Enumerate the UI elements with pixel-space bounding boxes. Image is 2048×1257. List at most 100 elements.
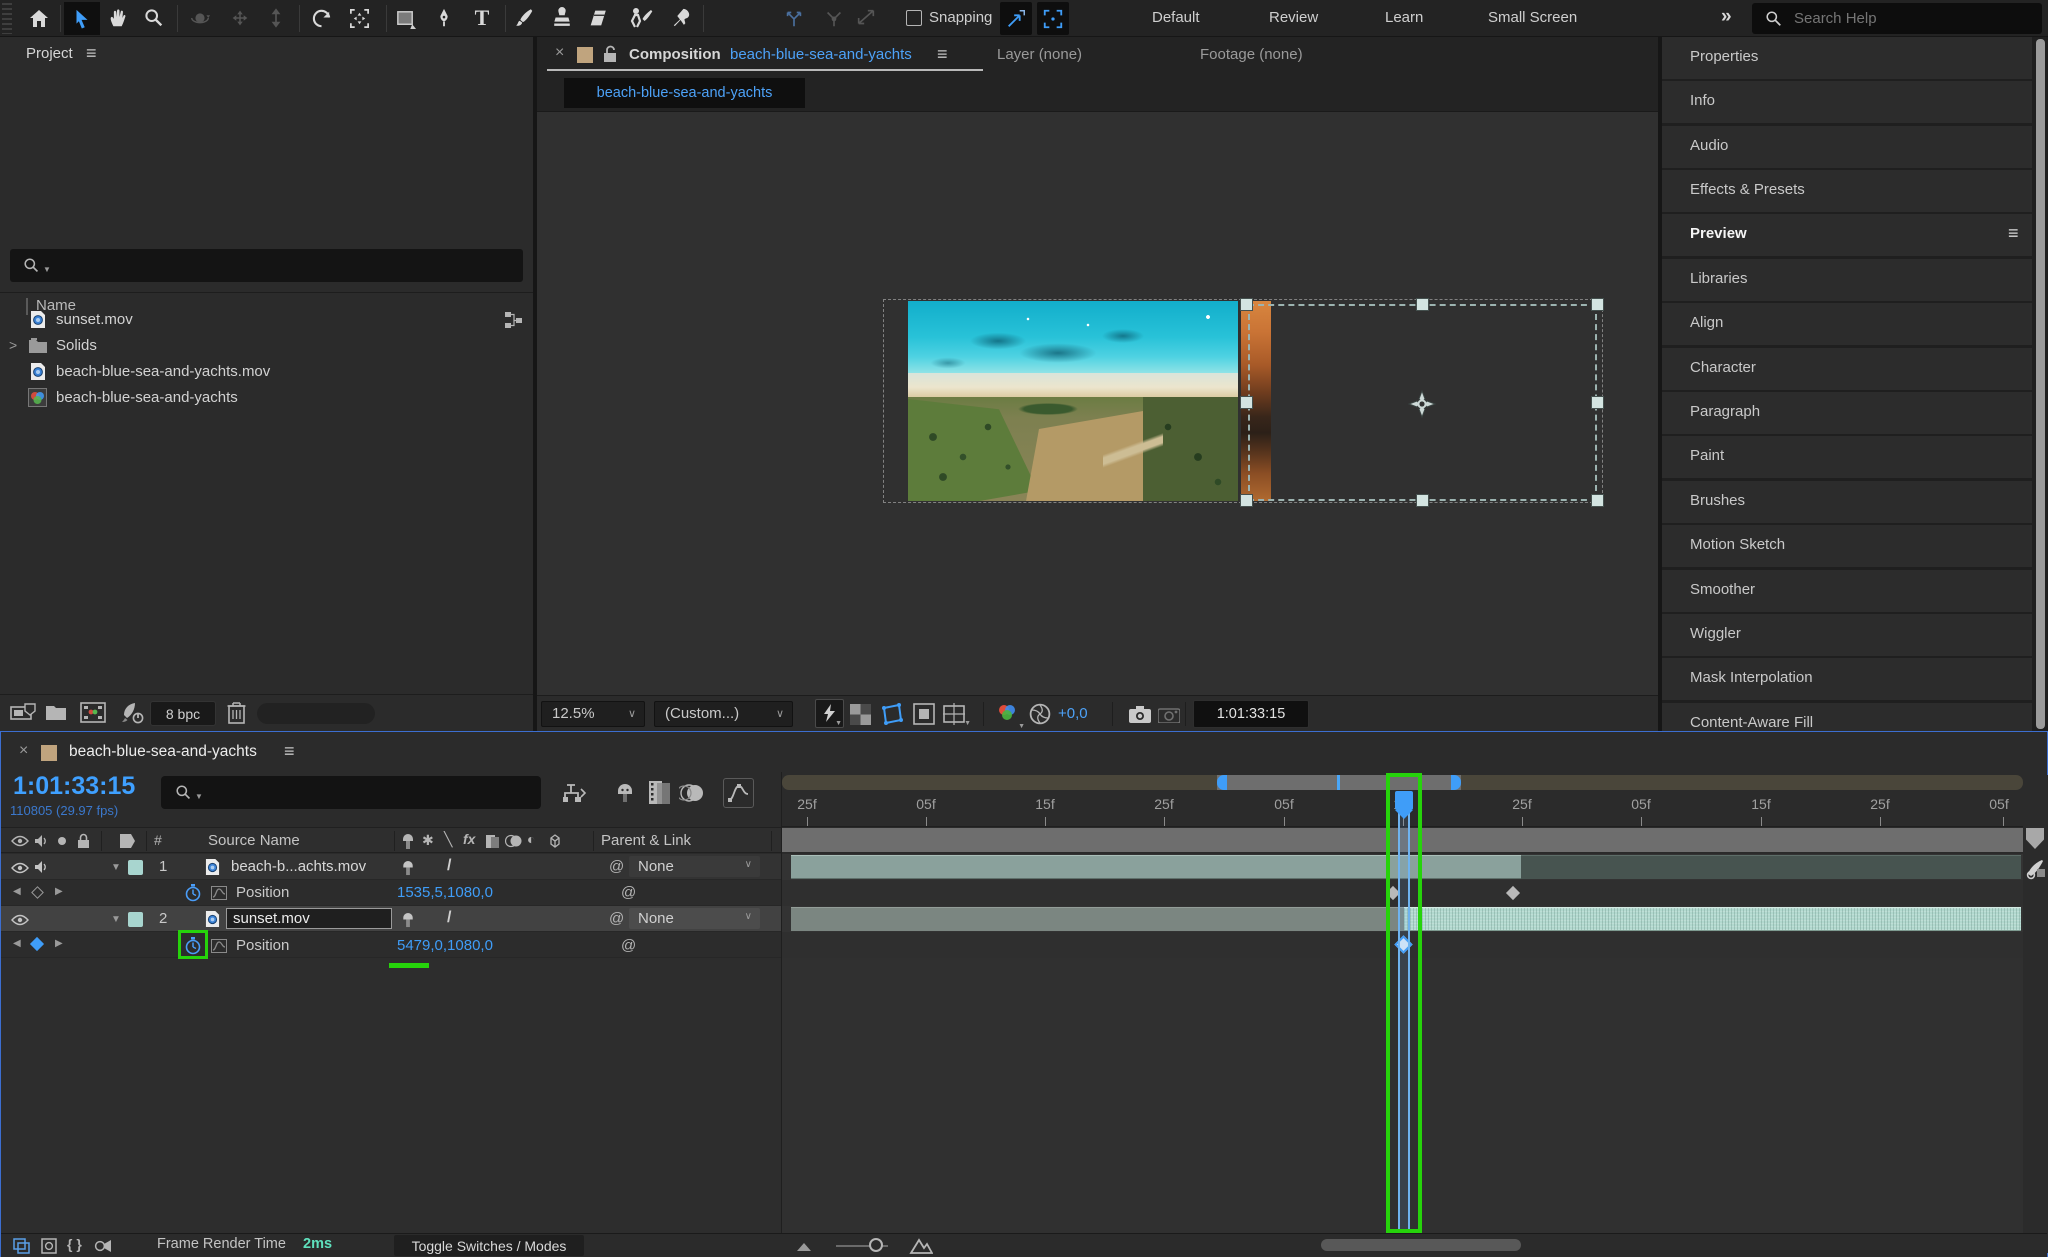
toggle-switches-modes-button[interactable]: Toggle Switches / Modes — [394, 1235, 584, 1256]
project-search-input[interactable] — [62, 252, 502, 279]
project-panel-menu-icon[interactable]: ≡ — [86, 43, 97, 64]
exposure-icon[interactable] — [1029, 703, 1051, 725]
rotation-tool[interactable] — [306, 4, 336, 32]
sidebar-item-preview[interactable]: Preview ≡ — [1662, 214, 2032, 256]
resolution-dropdown[interactable]: (Custom...) ∨ — [654, 701, 793, 727]
shy-switch-icon[interactable] — [401, 860, 415, 876]
stopwatch-icon[interactable] — [185, 884, 201, 902]
layer-viewer-tab[interactable]: Layer (none) — [997, 46, 1082, 63]
layer-expand-chevron-icon[interactable]: ▼ — [111, 862, 121, 873]
timeline-horizontal-scrollbar[interactable] — [1321, 1239, 1521, 1251]
sidebar-item-info[interactable]: Info — [1662, 81, 2032, 123]
layer-source-name[interactable]: beach-b...achts.mov — [231, 858, 366, 875]
motion-blur-toggle-icon[interactable] — [679, 781, 705, 805]
list-item[interactable]: beach-blue-sea-and-yachts.mov — [0, 359, 533, 385]
viewer-tab-close-icon[interactable]: × — [555, 44, 564, 62]
fast-preview-button[interactable]: ▼ — [815, 699, 844, 728]
new-folder-icon[interactable] — [45, 703, 67, 721]
project-search-box[interactable]: ▼ — [10, 249, 523, 282]
camera-tool[interactable] — [344, 4, 374, 32]
quality-switch[interactable]: / — [447, 857, 451, 875]
layer-row-1-left[interactable]: ▼ 1 beach-b...achts.mov / @ None ∨ — [1, 854, 782, 880]
property-row-2-left[interactable]: ◀ ▶ Position 5479,0,1080,0 @ — [1, 932, 782, 958]
list-item[interactable]: sunset.mov — [0, 307, 533, 333]
viewer-pasteboard[interactable] — [537, 111, 1658, 695]
sidebar-item-paint[interactable]: Paint — [1662, 436, 2032, 478]
parent-link-dropdown[interactable]: None ∨ — [629, 856, 760, 877]
text-tool[interactable]: T — [468, 4, 496, 32]
rectangle-tool[interactable] — [390, 4, 420, 32]
prev-keyframe-arrow[interactable]: ◀ — [13, 938, 21, 949]
snap-to-features-button[interactable] — [1037, 2, 1069, 35]
snap-to-edges-button[interactable] — [1000, 2, 1032, 35]
next-keyframe-arrow[interactable]: ▶ — [55, 938, 63, 949]
trash-icon[interactable] — [227, 701, 246, 724]
viewer-tab-comp-name[interactable]: beach-blue-sea-and-yachts — [730, 46, 912, 63]
comp-sub-tab[interactable]: beach-blue-sea-and-yachts — [564, 78, 805, 108]
home-button[interactable] — [26, 6, 52, 32]
layer-visibility-eye-icon[interactable] — [11, 914, 29, 926]
layer-label-swatch[interactable] — [128, 860, 143, 875]
shy-switch-icon[interactable] — [401, 912, 415, 928]
expand-transfer-controls-icon[interactable] — [41, 1238, 58, 1254]
workspace-tab-default[interactable]: Default — [1152, 9, 1200, 26]
quill-icon[interactable] — [2025, 859, 2045, 880]
region-of-interest-icon[interactable] — [913, 703, 935, 725]
add-keyframe-diamond[interactable] — [31, 886, 44, 899]
sidebar-item-brushes[interactable]: Brushes — [1662, 481, 2032, 523]
selection-handle[interactable] — [1240, 298, 1253, 311]
workspace-tab-small-screen[interactable]: Small Screen — [1488, 9, 1577, 26]
zoom-tool[interactable] — [140, 4, 168, 32]
layer-row-2-left[interactable]: ▼ 2 sunset.mov / @ None ∨ — [1, 906, 782, 932]
pan-camera-tool[interactable] — [226, 4, 254, 32]
timeline-search-box[interactable]: ▼ — [161, 776, 541, 809]
list-item[interactable]: beach-blue-sea-and-yachts — [0, 385, 533, 411]
layer-1-bar-dimmed[interactable] — [1521, 855, 2021, 879]
layer-expand-chevron-icon[interactable]: ▼ — [111, 914, 121, 925]
help-search-box[interactable] — [1752, 3, 2042, 34]
composition-mini-flowchart-icon[interactable] — [561, 781, 587, 805]
magnification-dropdown[interactable]: 12.5% ∨ — [541, 701, 645, 727]
grid-guides-button[interactable]: ▼ — [943, 703, 971, 727]
property-name[interactable]: Position — [236, 937, 289, 954]
sidebar-item-libraries[interactable]: Libraries — [1662, 259, 2032, 301]
unlock-icon[interactable] — [603, 45, 617, 63]
anchor-point-icon[interactable] — [1408, 390, 1436, 418]
new-composition-icon[interactable] — [80, 702, 106, 723]
current-timecode[interactable]: 1:01:33:15 — [13, 772, 135, 801]
parent-pick-whip-icon[interactable]: @ — [609, 910, 624, 927]
mask-visibility-toggle-icon[interactable] — [880, 702, 904, 726]
next-keyframe-arrow[interactable]: ▶ — [55, 886, 63, 897]
pen-tool[interactable] — [430, 4, 458, 32]
property-row-1-left[interactable]: ◀ ▶ Position 1535,5,1080,0 @ — [1, 880, 782, 906]
sidebar-item-properties[interactable]: Properties — [1662, 37, 2032, 79]
quality-switch[interactable]: / — [447, 909, 451, 927]
sidebar-item-mask-interpolation[interactable]: Mask Interpolation — [1662, 658, 2032, 700]
list-item[interactable]: > Solids — [0, 333, 533, 359]
timeline-tab-comp-name[interactable]: beach-blue-sea-and-yachts — [69, 743, 257, 761]
graph-editor-button[interactable] — [723, 778, 754, 808]
search-options-chevron-icon[interactable]: ▼ — [195, 792, 203, 801]
sidebar-item-align[interactable]: Align — [1662, 303, 2032, 345]
source-name-column-header[interactable]: Source Name — [208, 832, 300, 849]
viewer-tab-label[interactable]: Composition — [629, 46, 721, 63]
roto-brush-tool[interactable] — [624, 4, 656, 32]
sidebar-item-effects-presets[interactable]: Effects & Presets — [1662, 170, 2032, 212]
selection-handle[interactable] — [1591, 396, 1604, 409]
sidebar-item-wiggler[interactable]: Wiggler — [1662, 614, 2032, 656]
sidebar-item-motion-sketch[interactable]: Motion Sketch — [1662, 525, 2032, 567]
layer-visibility-eye-icon[interactable] — [11, 862, 29, 874]
parent-pick-whip-icon[interactable]: @ — [609, 858, 624, 875]
transparency-grid-icon[interactable] — [850, 704, 871, 725]
selection-handle[interactable] — [1591, 494, 1604, 507]
sidebar-item-audio[interactable]: Audio — [1662, 126, 2032, 168]
layer-2-bar-before-in[interactable] — [791, 907, 1404, 931]
timeline-zoom-in-icon[interactable] — [909, 1237, 933, 1254]
viewer-timecode-box[interactable]: 1:01:33:15 — [1193, 700, 1309, 728]
workspace-overflow-chevron[interactable]: » — [1721, 6, 1732, 28]
sidebar-item-content-aware-fill[interactable]: Content-Aware Fill — [1662, 703, 2032, 731]
comp-marker-bin[interactable] — [2026, 828, 2044, 849]
parent-link-dropdown[interactable]: None ∨ — [629, 908, 760, 929]
sidebar-scrollbar[interactable] — [2036, 39, 2045, 729]
workspace-tab-review[interactable]: Review — [1269, 9, 1318, 26]
